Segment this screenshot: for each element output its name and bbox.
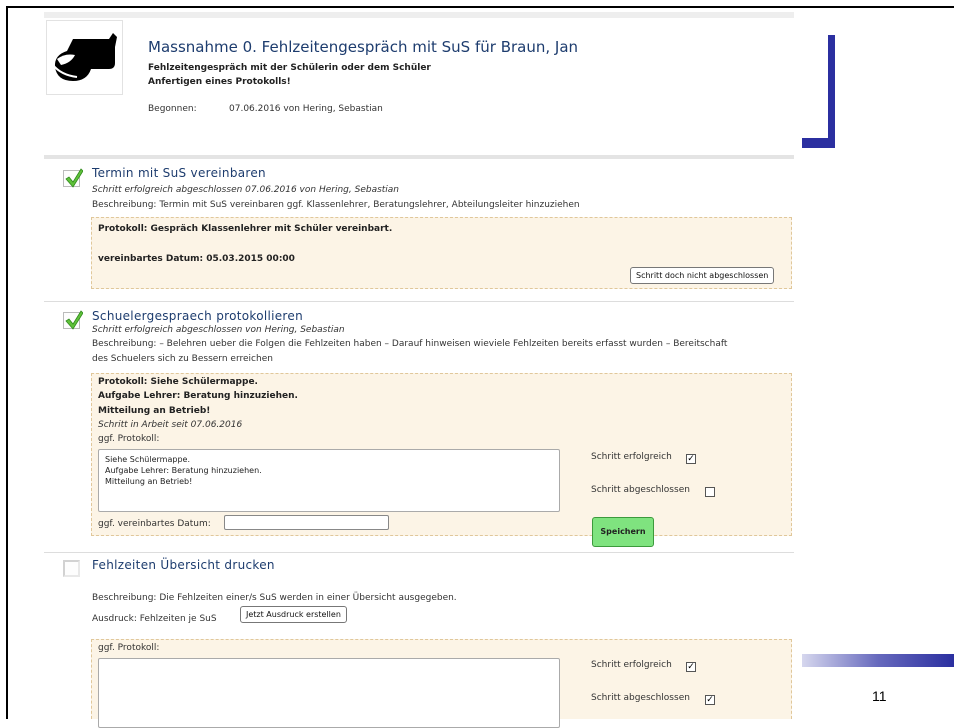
started-value: 07.06.2016 von Hering, Sebastian bbox=[229, 104, 383, 114]
step-title: Termin mit SuS vereinbaren bbox=[92, 166, 266, 180]
step-title: Fehlzeiten Übersicht drucken bbox=[92, 558, 275, 572]
in-progress-text: Schritt in Arbeit seit 07.06.2016 bbox=[98, 420, 243, 430]
print-button[interactable]: Jetzt Ausdruck erstellen bbox=[240, 606, 347, 623]
decorative-bar-horizontal bbox=[802, 138, 835, 148]
closed-checkbox[interactable] bbox=[705, 487, 715, 497]
step-separator bbox=[44, 552, 794, 553]
protocol-line: Mitteilung an Betrieb! bbox=[98, 406, 211, 416]
step-title: Schuelergespraech protokollieren bbox=[92, 309, 303, 323]
textarea-line: Siehe Schülermappe. bbox=[105, 455, 190, 464]
step-done-checkbox bbox=[63, 310, 83, 330]
success-checkbox[interactable]: ✓ bbox=[686, 662, 696, 672]
slide-frame-top bbox=[6, 6, 954, 8]
header-separator bbox=[44, 155, 794, 159]
page-title: Massnahme 0. Fehlzeitengespräch mit SuS … bbox=[148, 38, 579, 56]
closed-checkbox[interactable]: ✓ bbox=[705, 695, 715, 705]
green-check-icon bbox=[65, 310, 83, 330]
save-button[interactable]: Speichern bbox=[592, 517, 654, 547]
protocol-line: Aufgabe Lehrer: Beratung hinzuziehen. bbox=[98, 391, 298, 401]
measure-image bbox=[46, 20, 123, 95]
step-description: Beschreibung: Die Fehlzeiten einer/s SuS… bbox=[92, 593, 457, 603]
undo-step-button[interactable]: Schritt doch nicht abgeschlossen bbox=[630, 267, 775, 284]
protocol-textarea[interactable]: Siehe Schülermappe. Aufgabe Lehrer: Bera… bbox=[98, 449, 560, 512]
protocol-label: ggf. Protokoll: bbox=[98, 643, 160, 653]
step-open-checkbox bbox=[63, 560, 80, 577]
description-line: Beschreibung: – Belehren ueber die Folge… bbox=[92, 339, 728, 349]
step-description: Beschreibung: Termin mit SuS vereinbaren… bbox=[92, 200, 580, 210]
protocol-text: Protokoll: Gespräch Klassenlehrer mit Sc… bbox=[98, 224, 393, 234]
step-separator bbox=[44, 301, 794, 302]
decorative-gradient-bar bbox=[802, 654, 954, 667]
closed-label: Schritt abgeschlossen bbox=[591, 693, 690, 703]
slide-number: 11 bbox=[872, 688, 887, 704]
protocol-box: Protokoll: Gespräch Klassenlehrer mit Sc… bbox=[91, 217, 792, 289]
step-status: Schritt erfolgreich abgeschlossen 07.06.… bbox=[92, 185, 400, 195]
agreed-date: vereinbartes Datum: 05.03.2015 00:00 bbox=[98, 254, 295, 264]
protocol-label: ggf. Protokoll: bbox=[98, 434, 160, 444]
description-line: des Schuelers sich zu Bessern erreichen bbox=[92, 354, 273, 364]
whistle-icon bbox=[52, 33, 117, 81]
textarea-line: Mitteilung an Betrieb! bbox=[105, 477, 193, 486]
page-subtitle: Fehlzeitengespräch mit der Schülerin ode… bbox=[148, 61, 431, 89]
protocol-textarea[interactable] bbox=[98, 658, 560, 728]
subtitle-line: Anfertigen eines Protokolls! bbox=[148, 77, 291, 87]
date-label: ggf. vereinbartes Datum: bbox=[98, 519, 211, 529]
protocol-box: ggf. Protokoll: Schritt erfolgreich ✓ Sc… bbox=[91, 639, 792, 728]
textarea-line: Aufgabe Lehrer: Beratung hinzuziehen. bbox=[105, 466, 262, 475]
started-label: Begonnen: bbox=[148, 104, 197, 114]
closed-label: Schritt abgeschlossen bbox=[591, 485, 690, 495]
success-label: Schritt erfolgreich bbox=[591, 452, 672, 462]
green-check-icon bbox=[65, 168, 83, 188]
date-input[interactable] bbox=[224, 515, 389, 530]
step-status: Schritt erfolgreich abgeschlossen von He… bbox=[92, 325, 345, 335]
step-description: Beschreibung: – Belehren ueber die Folge… bbox=[92, 337, 792, 367]
protocol-line: Protokoll: Siehe Schülermappe. bbox=[98, 377, 258, 387]
subtitle-line: Fehlzeitengespräch mit der Schülerin ode… bbox=[148, 63, 431, 73]
header-strip bbox=[44, 12, 794, 18]
print-label: Ausdruck: Fehlzeiten je SuS bbox=[92, 614, 217, 624]
success-checkbox[interactable]: ✓ bbox=[686, 454, 696, 464]
decorative-bar-vertical bbox=[828, 35, 835, 148]
protocol-box: Protokoll: Siehe Schülermappe. Aufgabe L… bbox=[91, 373, 792, 547]
slide-frame-left bbox=[6, 6, 8, 719]
success-label: Schritt erfolgreich bbox=[591, 660, 672, 670]
step-done-checkbox bbox=[63, 168, 83, 188]
